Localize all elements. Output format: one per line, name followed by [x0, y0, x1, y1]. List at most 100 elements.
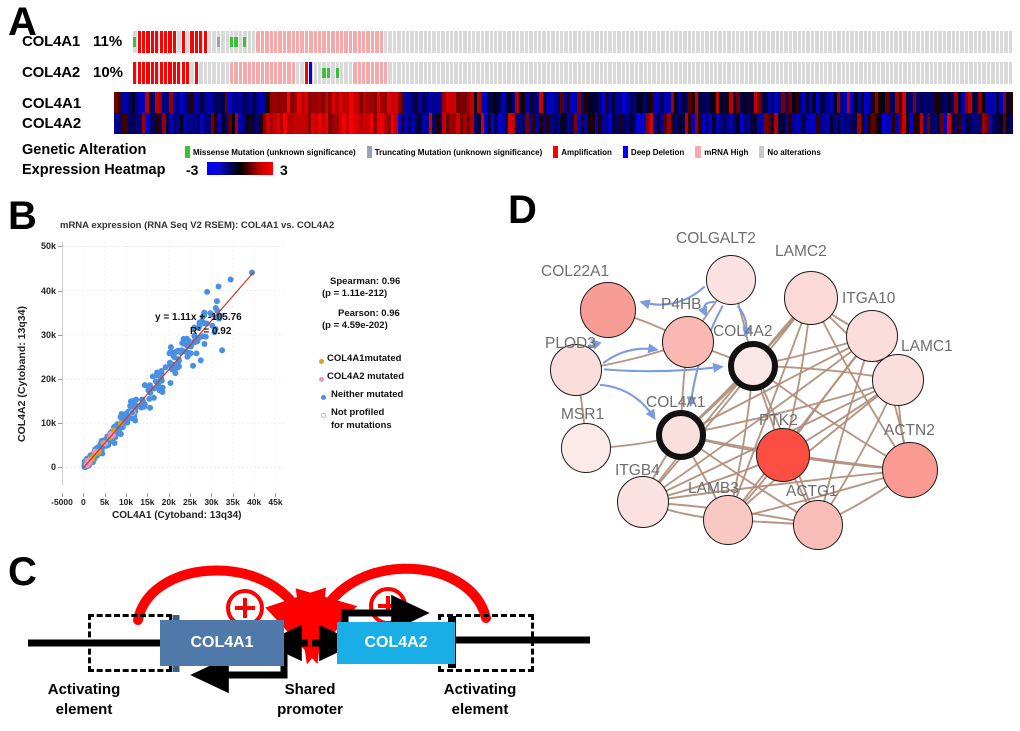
- activating-element-label-right-line2: element: [451, 701, 509, 718]
- scatter-y-tick-1: 40k: [40, 285, 56, 296]
- network-node-itgb4[interactable]: [617, 476, 669, 528]
- alteration-legend-label: mRNA High: [704, 147, 749, 157]
- panel-b-letter: B: [8, 194, 37, 238]
- network-node-col4a2[interactable]: [728, 341, 778, 391]
- network-node-lamc1[interactable]: [872, 354, 924, 406]
- panel-c-diagram: C COL4A1 COL4A2 Activating element Share…: [0, 530, 600, 731]
- alteration-legend-label: Deep Deletion: [630, 147, 685, 157]
- scatter-x-tickmark: [83, 493, 85, 497]
- network-node-label-msr1: MSR1: [561, 406, 605, 423]
- alteration-legend-item-2: Amplification: [553, 146, 612, 158]
- network-node-p4hb[interactable]: [662, 316, 714, 368]
- oncoprint-track-col4a1: [133, 31, 1013, 53]
- gene-box-col4a2: COL4A2: [337, 622, 455, 664]
- network-node-lamb3[interactable]: [703, 495, 753, 545]
- network-node-label-plod3: PLOD3: [545, 335, 596, 352]
- scatter-x-tickmark: [104, 493, 106, 497]
- panel-b-scatter: B mRNA expression (RNA Seq V2 RSEM): COL…: [0, 192, 500, 532]
- network-node-label-col4a2: COL4A2: [713, 323, 773, 340]
- network-node-label-col4a1: COL4A1: [646, 394, 706, 411]
- scatter-y-tickmark: [58, 334, 62, 336]
- heatmap-row-label-col4a2: COL4A2: [22, 115, 82, 132]
- scatter-y-tickmark: [58, 290, 62, 292]
- scatter-y-tick-4: 10k: [40, 418, 56, 429]
- network-node-msr1[interactable]: [561, 423, 611, 473]
- scale-min-label: -3: [186, 162, 199, 178]
- network-node-label-ptk2: PTK2: [759, 412, 798, 429]
- scatter-y-tickmark: [58, 378, 62, 380]
- scatter-x-axis-label: COL4A1 (Cytoband: 13q34): [112, 510, 242, 521]
- network-node-label-col22a1: COL22A1: [541, 263, 610, 280]
- scatter-x-tickmark: [62, 493, 63, 497]
- scatter-x-tickmark: [147, 493, 149, 497]
- alteration-legend-swatch: [759, 146, 765, 158]
- gene-box-col4a1: COL4A1: [160, 620, 284, 666]
- network-node-label-actn2: ACTN2: [884, 422, 935, 439]
- alteration-legend-label: Amplification: [561, 147, 612, 157]
- scatter-x-tickmark: [232, 493, 234, 497]
- shared-promoter-label-line2: promoter: [277, 701, 343, 718]
- heatmap-row-label-col4a1: COL4A1: [22, 95, 82, 112]
- network-node-label-itgb4: ITGB4: [615, 462, 660, 479]
- legend-label-not-profiled-cont: for mutations: [331, 420, 392, 431]
- alteration-legend-swatch: [366, 146, 372, 158]
- network-node-col4a1[interactable]: [656, 410, 706, 460]
- scatter-x-tickmark: [254, 493, 256, 497]
- activating-element-label-left-line2: element: [55, 701, 113, 718]
- scatter-plot-area: [62, 242, 284, 485]
- scatter-x-tick-10: 45k: [268, 497, 283, 507]
- network-node-ptk2[interactable]: [756, 428, 810, 482]
- scatter-x-tickmark: [190, 493, 192, 497]
- expression-scale-bar: [207, 162, 273, 175]
- legend-label-col4a1-mutated: COL4A1mutated: [327, 353, 402, 364]
- alteration-legend-item-4: mRNA High: [695, 146, 748, 158]
- regression-equation: y = 1.11x + -105.76: [155, 312, 242, 323]
- scatter-y-tickmark: [58, 423, 62, 425]
- network-node-actn2[interactable]: [882, 442, 938, 498]
- panel-d-network: D COLGALT2 COL22A1 LAMC2 ITGA10 P4HB COL4A2 LA…: [498, 190, 1020, 550]
- genetic-alteration-label: Genetic Alteration: [22, 142, 147, 158]
- network-node-label-actg1: ACTG1: [786, 483, 838, 500]
- scatter-plot-title: mRNA expression (RNA Seq V2 RSEM): COL4A…: [60, 220, 335, 231]
- oncoprint-track-col4a2: [133, 62, 1013, 84]
- expression-heatmap-band-col4a2: [114, 113, 1013, 134]
- oncoprint-row-gene-col4a2: COL4A2: [22, 64, 80, 81]
- legend-marker-not-profiled: [321, 413, 326, 418]
- genetic-alteration-legend: Missense Mutation (unknown significance)…: [185, 146, 832, 158]
- network-node-label-lamc1: LAMC1: [901, 338, 953, 355]
- alteration-legend-label: No alterations: [767, 147, 821, 157]
- oncoprint-row-percent-col4a2: 10%: [93, 64, 124, 81]
- network-node-colgalt2[interactable]: [706, 255, 756, 305]
- scatter-y-tickmark: [58, 467, 62, 469]
- scatter-x-tickmark: [126, 493, 128, 497]
- legend-marker-col4a2-mutated: [319, 377, 324, 382]
- legend-marker-neither-mutated: [321, 395, 326, 400]
- alteration-legend-swatch: [185, 146, 190, 158]
- alteration-legend-item-1: Truncating Mutation (unknown significanc…: [366, 146, 543, 158]
- network-node-col22a1[interactable]: [580, 282, 636, 338]
- activating-element-label-right-line1: Activating: [443, 681, 517, 698]
- oncoprint-row-percent-col4a1: 11%: [93, 33, 123, 50]
- scatter-y-tick-0: 50k: [40, 241, 56, 252]
- network-node-label-lamb3: LAMB3: [688, 480, 739, 497]
- regression-r-squared: R² = 0.92: [190, 326, 232, 337]
- expression-heatmap-label: Expression Heatmap: [22, 162, 166, 178]
- scale-max-label: 3: [280, 162, 288, 178]
- network-node-actg1[interactable]: [793, 500, 843, 550]
- scatter-y-tick-3: 20k: [40, 373, 56, 384]
- alteration-legend-swatch: [695, 146, 702, 158]
- scatter-svg: [62, 242, 284, 485]
- shared-promoter-label-line1: Shared: [284, 681, 336, 698]
- oncoprint-row-gene-col4a1: COL4A1: [22, 33, 80, 50]
- alteration-legend-label: Truncating Mutation (unknown significanc…: [374, 147, 543, 157]
- pearson-pvalue: (p = 4.59e-202): [322, 320, 388, 331]
- activating-element-label-left-line1: Activating: [47, 681, 121, 698]
- alteration-legend-label: Missense Mutation (unknown significance): [193, 147, 356, 157]
- alteration-legend-item-5: No alterations: [759, 146, 821, 158]
- legend-marker-col4a1-mutated: [319, 359, 324, 364]
- network-node-lamc2[interactable]: [784, 271, 838, 325]
- network-node-label-p4hb: P4HB: [661, 296, 702, 313]
- network-node-label-itga10: ITGA10: [842, 290, 896, 307]
- scatter-y-tick-5: 0: [50, 462, 56, 473]
- legend-label-neither-mutated: Neither mutated: [331, 389, 404, 400]
